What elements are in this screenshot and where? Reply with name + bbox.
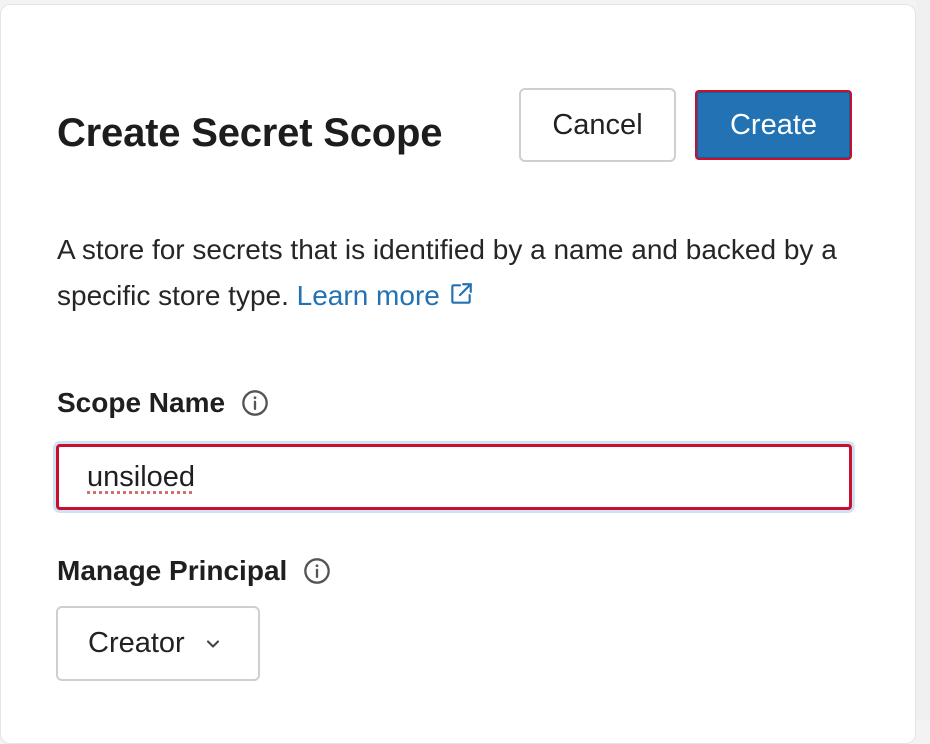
learn-more-label: Learn more: [296, 280, 440, 311]
cancel-button[interactable]: Cancel: [519, 88, 676, 162]
external-link-icon: [451, 283, 472, 304]
dialog-description: A store for secrets that is identified b…: [57, 227, 837, 319]
create-secret-scope-dialog: Create Secret Scope Cancel Create A stor…: [0, 4, 916, 744]
manage-principal-label: Manage Principal: [57, 555, 288, 586]
learn-more-link[interactable]: Learn more: [297, 280, 474, 311]
scope-name-label-row: Scope Name: [57, 387, 269, 419]
manage-principal-selected-value: Creator: [88, 627, 185, 659]
info-icon[interactable]: [303, 557, 331, 585]
manage-principal-select[interactable]: Creator: [56, 606, 260, 681]
scope-name-label: Scope Name: [57, 387, 226, 418]
manage-principal-label-row: Manage Principal: [57, 555, 331, 587]
info-icon[interactable]: [241, 389, 269, 417]
scope-name-field[interactable]: [56, 444, 852, 510]
dialog-title: Create Secret Scope: [57, 111, 443, 155]
create-button[interactable]: Create: [695, 90, 852, 160]
chevron-down-icon: [206, 639, 219, 648]
scrollbar-track[interactable]: [916, 0, 930, 720]
scope-name-input[interactable]: [59, 447, 849, 507]
